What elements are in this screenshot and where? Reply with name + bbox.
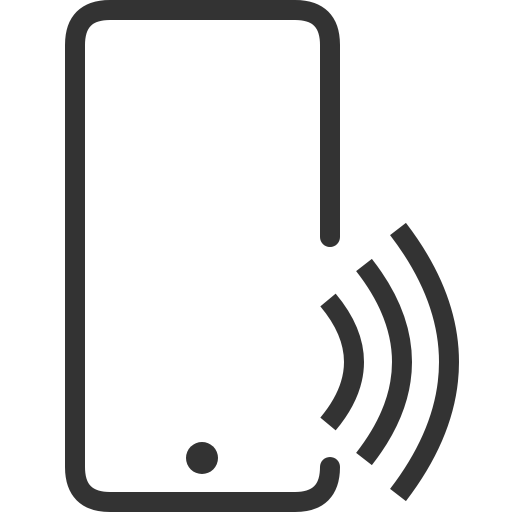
icon-canvas (0, 0, 512, 512)
signal-wave-medium (356, 258, 412, 466)
phone-nfc-icon (65, 0, 459, 512)
phone-body-outline (65, 0, 340, 512)
home-button-dot (186, 442, 218, 474)
signal-wave-small (320, 293, 364, 431)
